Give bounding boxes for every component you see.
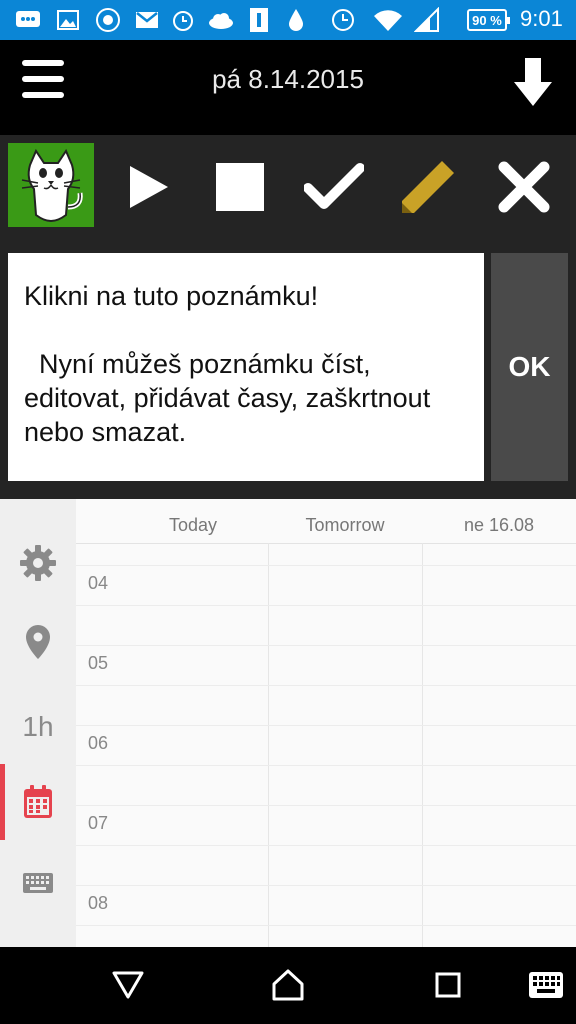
app-icon — [92, 8, 124, 32]
note-body: Nyní můžeš poznámku číst, editovat, přid… — [24, 349, 438, 447]
cat-avatar-icon[interactable] — [8, 143, 94, 227]
one-hour-button[interactable]: 1h — [0, 697, 76, 757]
recents-icon[interactable] — [428, 967, 468, 1003]
clock-icon — [330, 8, 356, 32]
drop-icon — [286, 8, 306, 32]
image-icon — [56, 8, 80, 32]
wifi-icon — [372, 8, 404, 32]
app-bar: pá 8.14.2015 — [0, 40, 576, 135]
half-hour-line — [76, 885, 576, 886]
hour-label: 08 — [88, 893, 109, 913]
hour-label: 07 — [88, 813, 109, 833]
back-icon[interactable] — [108, 967, 148, 1003]
column-divider — [422, 543, 423, 947]
half-hour-line — [76, 565, 576, 566]
keyboard-icon[interactable] — [0, 853, 76, 913]
info-icon — [248, 8, 270, 32]
column-header-today[interactable]: Today — [116, 515, 270, 536]
download-arrow-icon[interactable] — [512, 56, 554, 108]
hour-line — [76, 765, 576, 766]
column-header-date[interactable]: ne 16.08 — [422, 515, 576, 536]
gmail-icon — [134, 8, 160, 32]
alarm-clock-icon — [170, 8, 196, 32]
location-pin-icon[interactable] — [0, 612, 76, 672]
keyboard-switch-icon[interactable] — [526, 967, 566, 1003]
note-toolbar — [0, 135, 576, 233]
calendar-grid[interactable]: Today Tomorrow ne 16.08 04 05 06 07 08 — [76, 499, 576, 947]
calendar-area: 1h Today Tomorrow ne 16.08 04 05 06 07 0… — [0, 499, 576, 947]
header-divider — [76, 543, 576, 544]
note-card[interactable]: Klikni na tuto poznámku! Nyní můžeš pozn… — [8, 253, 484, 481]
battery-indicator: 90 % — [467, 9, 510, 31]
calendar-sidebar: 1h — [0, 499, 76, 947]
play-icon[interactable] — [117, 157, 177, 217]
hour-label: 05 — [88, 653, 109, 673]
half-hour-line — [76, 725, 576, 726]
pencil-icon[interactable] — [398, 157, 458, 217]
hour-line — [76, 845, 576, 846]
status-bar: 90 % 9:01 — [0, 0, 576, 40]
cloud-icon — [206, 8, 236, 32]
stop-icon[interactable] — [210, 157, 270, 217]
hour-line — [76, 605, 576, 606]
half-hour-line — [76, 805, 576, 806]
hour-line — [76, 685, 576, 686]
calendar-icon[interactable] — [0, 772, 76, 832]
column-header-tomorrow[interactable]: Tomorrow — [268, 515, 422, 536]
signal-icon — [414, 7, 440, 32]
column-divider — [268, 543, 269, 947]
note-title: Klikni na tuto poznámku! — [24, 281, 319, 311]
date-title[interactable]: pá 8.14.2015 — [0, 64, 576, 95]
hour-label: 04 — [88, 573, 109, 593]
hour-line — [76, 925, 576, 926]
note-panel: Klikni na tuto poznámku! Nyní můžeš pozn… — [0, 233, 576, 499]
hour-label: 06 — [88, 733, 109, 753]
message-icon — [14, 8, 42, 32]
gear-icon[interactable] — [0, 533, 76, 593]
check-icon[interactable] — [304, 157, 364, 217]
home-icon[interactable] — [268, 967, 308, 1003]
system-nav-bar — [0, 947, 576, 1024]
one-hour-label: 1h — [22, 711, 54, 742]
half-hour-line — [76, 645, 576, 646]
ok-button[interactable]: OK — [491, 253, 568, 481]
close-icon[interactable] — [494, 157, 554, 217]
status-time: 9:01 — [520, 6, 563, 31]
